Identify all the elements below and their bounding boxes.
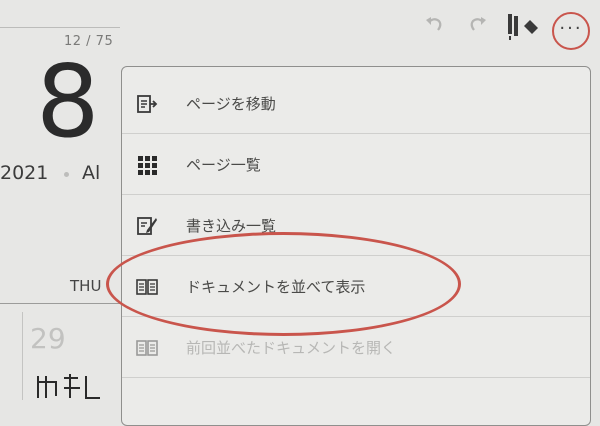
undo-icon	[426, 17, 442, 31]
pen-eraser-icon	[508, 14, 538, 40]
edit-list-icon	[137, 217, 157, 235]
grid-icon	[138, 156, 157, 175]
menu-item-label: ページ一覧	[186, 156, 261, 174]
separator-dot	[64, 172, 69, 177]
year-label: 2021	[0, 162, 49, 184]
day-number: 8	[36, 43, 100, 160]
menu-item-label: 前回並べたドキュメントを開く	[186, 339, 397, 357]
top-divider	[0, 27, 120, 28]
menu-item-move-page[interactable]: ページを移動	[122, 73, 590, 134]
menu-item-label: ページを移動	[186, 95, 276, 113]
pen-tool-button[interactable]	[502, 10, 546, 46]
redo-button[interactable]	[468, 14, 488, 38]
highlight-ellipse	[106, 232, 461, 336]
weekday-label: THU	[70, 277, 102, 295]
more-dots-icon: ···	[559, 17, 583, 39]
undo-button[interactable]	[424, 14, 444, 38]
month-label: Al	[82, 162, 101, 184]
menu-item-page-list[interactable]: ページ一覧	[122, 134, 590, 195]
calendar-cell-date: 29	[30, 322, 66, 355]
calendar-column-divider	[22, 312, 23, 400]
app-screen: 12 / 75 8 2021 Al THU 29 ··· ページを移動 ページ一…	[0, 0, 600, 426]
calendar-divider	[0, 303, 120, 304]
more-menu-button[interactable]: ···	[552, 12, 590, 50]
handwriting-stroke	[37, 374, 100, 399]
side-by-side-icon	[136, 340, 158, 356]
redo-icon	[470, 17, 486, 31]
page-move-icon	[137, 95, 158, 113]
